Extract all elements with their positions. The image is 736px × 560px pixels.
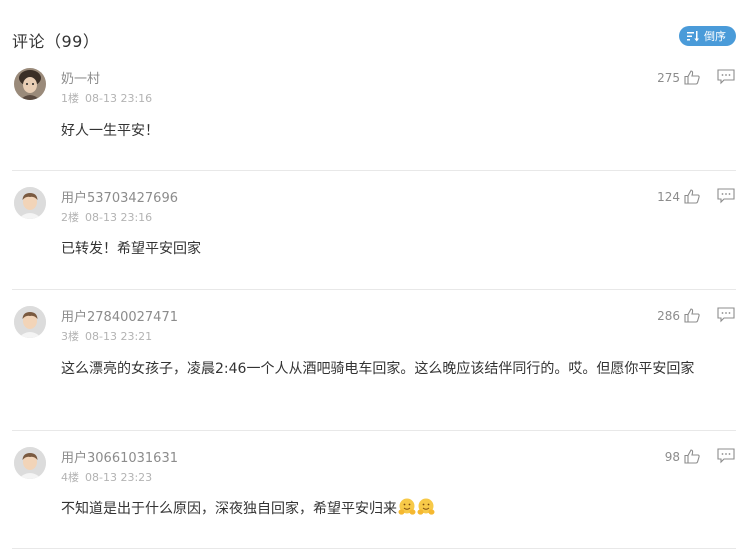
comment-text-body: 不知道是出于什么原因，深夜独自回家，希望平安归来 [61,501,397,517]
comment-text: 已转发！希望平安回家 [61,241,201,257]
floor-number: 1楼 [61,92,79,105]
comment-meta: 1楼 08-13 23:16 [61,90,152,106]
sort-icon [687,30,699,41]
divider [12,170,736,171]
like-button[interactable]: 286 [657,308,700,323]
hug-emoji-icon [417,498,435,515]
default-avatar-icon [14,187,46,219]
divider [12,548,736,549]
thumbs-up-icon [684,70,700,85]
avatar[interactable] [14,187,46,219]
username[interactable]: 用户53703427696 [61,187,178,206]
divider [12,289,736,290]
like-button[interactable]: 98 [665,449,700,464]
like-button[interactable]: 124 [657,189,700,204]
comment-meta: 3楼 08-13 23:21 [61,328,152,344]
username[interactable]: 奶一村 [61,68,100,87]
floor-number: 3楼 [61,330,79,343]
comments-title: 评论（99） [12,32,100,51]
sort-label: 倒序 [704,30,726,43]
thumbs-up-icon [684,189,700,204]
comment-icon [717,188,735,204]
timestamp: 08-13 23:21 [85,330,153,343]
reply-button[interactable] [717,188,735,208]
username[interactable]: 用户27840027471 [61,306,178,325]
comment-text: 好人一生平安！ [61,123,159,139]
comments-header: 评论（99） 倒序 [12,26,736,52]
like-count: 275 [657,70,680,85]
default-avatar-icon [14,447,46,479]
reply-button[interactable] [717,307,735,327]
thumbs-up-icon [684,449,700,464]
comment-icon [717,69,735,85]
thumbs-up-icon [684,308,700,323]
username[interactable]: 用户30661031631 [61,447,178,466]
user-photo-icon [14,68,46,100]
timestamp: 08-13 23:23 [85,471,153,484]
timestamp: 08-13 23:16 [85,92,153,105]
avatar[interactable] [14,68,46,100]
comment-icon [717,448,735,464]
reply-button[interactable] [717,448,735,468]
comment-meta: 2楼 08-13 23:16 [61,209,152,225]
timestamp: 08-13 23:16 [85,211,153,224]
like-count: 286 [657,308,680,323]
reply-button[interactable] [717,69,735,89]
hug-emoji-icon [398,498,416,515]
like-count: 124 [657,189,680,204]
like-button[interactable]: 275 [657,70,700,85]
floor-number: 4楼 [61,471,79,484]
floor-number: 2楼 [61,211,79,224]
comment-text: 这么漂亮的女孩子，凌晨2:46一个人从酒吧骑电车回家。这么晚应该结伴同行的。哎。… [61,361,695,377]
avatar[interactable] [14,447,46,479]
comment-text: 不知道是出于什么原因，深夜独自回家，希望平安归来 [61,498,734,520]
like-count: 98 [664,449,680,464]
comment-icon [717,307,735,323]
divider [12,430,736,431]
avatar[interactable] [14,306,46,338]
sort-button[interactable]: 倒序 [679,26,736,46]
default-avatar-icon [14,306,46,338]
comment-meta: 4楼 08-13 23:23 [61,469,152,485]
